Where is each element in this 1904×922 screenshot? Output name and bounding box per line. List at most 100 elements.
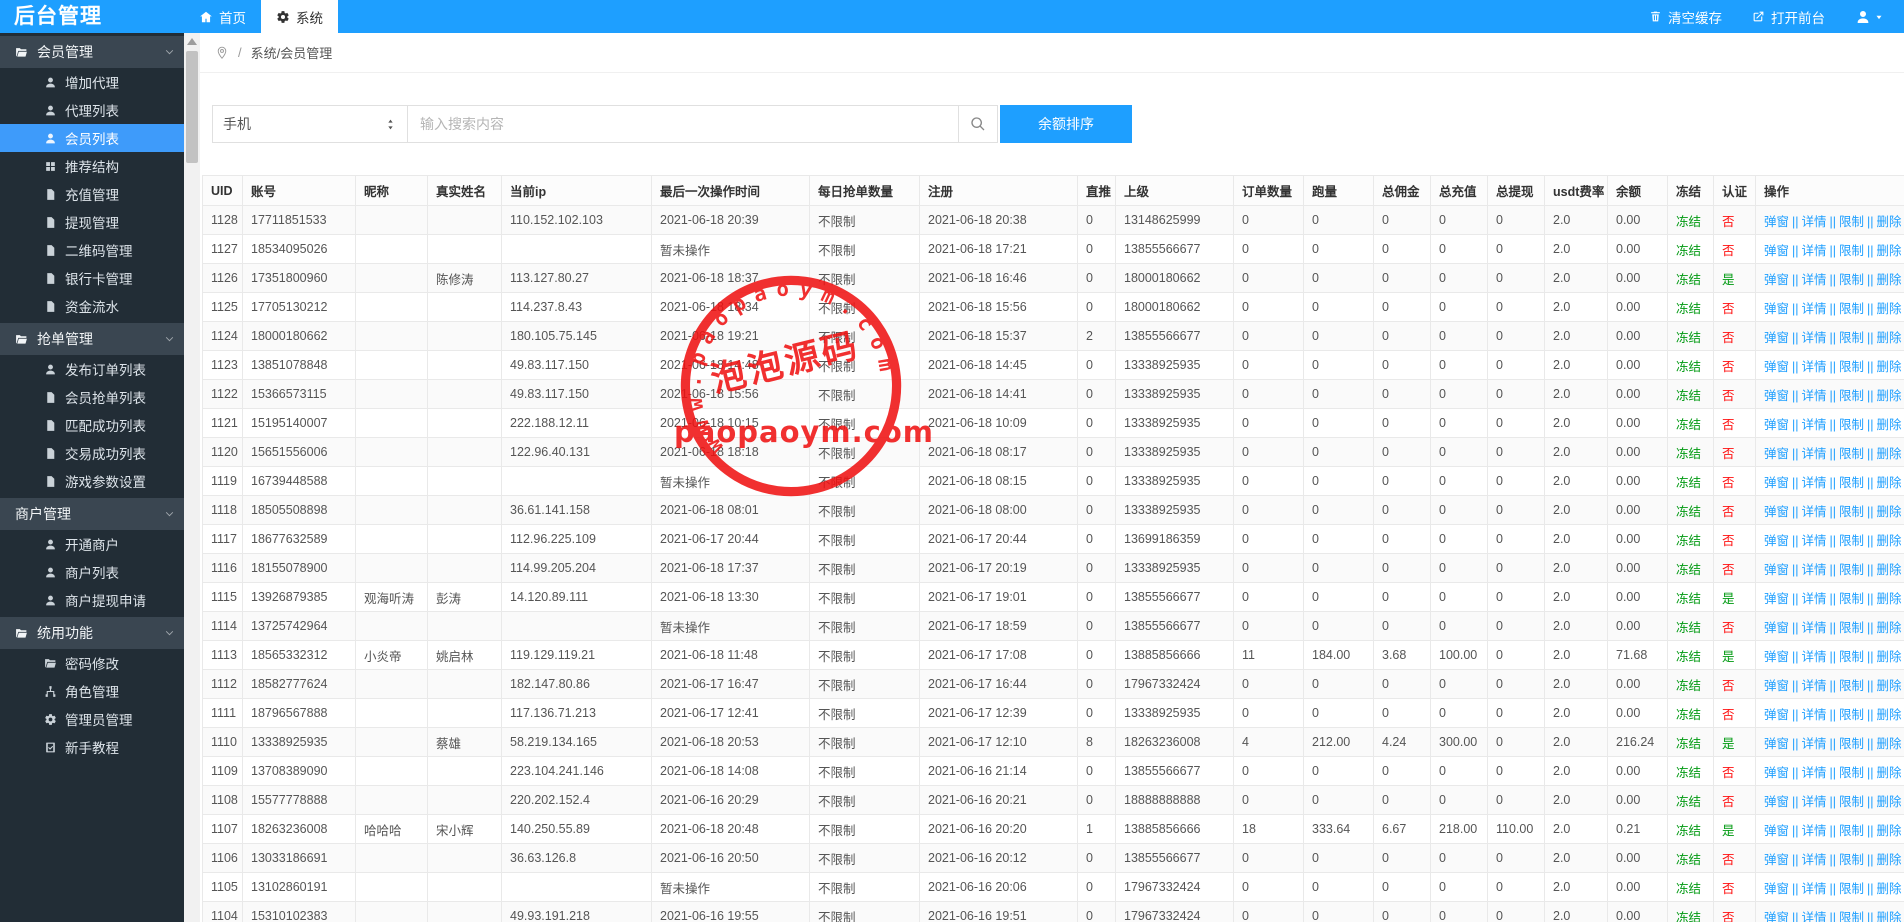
- action-delete-link[interactable]: 删除: [1877, 447, 1902, 461]
- action-delete-link[interactable]: 删除: [1877, 505, 1902, 519]
- action-limit-link[interactable]: 限制: [1839, 563, 1864, 577]
- action-delete-link[interactable]: 删除: [1877, 273, 1902, 287]
- action-limit-link[interactable]: 限制: [1839, 418, 1864, 432]
- sidebar-item-agent-list[interactable]: 代理列表: [0, 96, 184, 124]
- action-limit-link[interactable]: 限制: [1839, 592, 1864, 606]
- balance-sort-button[interactable]: 余额排序: [1000, 105, 1132, 143]
- action-details-link[interactable]: 详情: [1802, 621, 1827, 635]
- action-delete-link[interactable]: 删除: [1877, 302, 1902, 316]
- action-details-link[interactable]: 详情: [1802, 476, 1827, 490]
- scrollbar-up-arrow[interactable]: [187, 38, 197, 45]
- action-details-link[interactable]: 详情: [1802, 447, 1827, 461]
- action-popup-link[interactable]: 弹窗: [1764, 331, 1789, 345]
- sidebar-item-trade-success-list[interactable]: 交易成功列表: [0, 439, 184, 467]
- action-popup-link[interactable]: 弹窗: [1764, 882, 1789, 896]
- action-details-link[interactable]: 详情: [1802, 302, 1827, 316]
- sidebar-item-role-manage[interactable]: 角色管理: [0, 677, 184, 705]
- action-details-link[interactable]: 详情: [1802, 331, 1827, 345]
- action-delete-link[interactable]: 删除: [1877, 824, 1902, 838]
- sidebar-item-game-param-settings[interactable]: 游戏参数设置: [0, 467, 184, 495]
- freeze-link[interactable]: 冻结: [1676, 563, 1701, 577]
- action-delete-link[interactable]: 删除: [1877, 534, 1902, 548]
- action-limit-link[interactable]: 限制: [1839, 650, 1864, 664]
- tab-system[interactable]: 系统: [261, 0, 338, 33]
- freeze-link[interactable]: 冻结: [1676, 737, 1701, 751]
- action-delete-link[interactable]: 删除: [1877, 882, 1902, 896]
- action-limit-link[interactable]: 限制: [1839, 882, 1864, 896]
- action-delete-link[interactable]: 删除: [1877, 911, 1902, 922]
- action-limit-link[interactable]: 限制: [1839, 708, 1864, 722]
- action-limit-link[interactable]: 限制: [1839, 505, 1864, 519]
- sidebar-item-member-list[interactable]: 会员列表: [0, 124, 184, 152]
- action-limit-link[interactable]: 限制: [1839, 679, 1864, 693]
- action-limit-link[interactable]: 限制: [1839, 389, 1864, 403]
- user-menu[interactable]: [1855, 9, 1884, 25]
- action-limit-link[interactable]: 限制: [1839, 331, 1864, 345]
- sidebar-item-bankcard-manage[interactable]: 银行卡管理: [0, 264, 184, 292]
- action-limit-link[interactable]: 限制: [1839, 302, 1864, 316]
- action-limit-link[interactable]: 限制: [1839, 476, 1864, 490]
- action-details-link[interactable]: 详情: [1802, 360, 1827, 374]
- action-popup-link[interactable]: 弹窗: [1764, 824, 1789, 838]
- action-details-link[interactable]: 详情: [1802, 853, 1827, 867]
- action-popup-link[interactable]: 弹窗: [1764, 505, 1789, 519]
- action-delete-link[interactable]: 删除: [1877, 737, 1902, 751]
- action-popup-link[interactable]: 弹窗: [1764, 215, 1789, 229]
- sidebar-item-fund-flow[interactable]: 资金流水: [0, 292, 184, 320]
- action-limit-link[interactable]: 限制: [1839, 621, 1864, 635]
- action-limit-link[interactable]: 限制: [1839, 911, 1864, 922]
- sidebar-item-qrcode-manage[interactable]: 二维码管理: [0, 236, 184, 264]
- freeze-link[interactable]: 冻结: [1676, 215, 1701, 229]
- action-limit-link[interactable]: 限制: [1839, 824, 1864, 838]
- freeze-link[interactable]: 冻结: [1676, 766, 1701, 780]
- search-input[interactable]: [407, 105, 959, 143]
- action-popup-link[interactable]: 弹窗: [1764, 534, 1789, 548]
- freeze-link[interactable]: 冻结: [1676, 621, 1701, 635]
- action-details-link[interactable]: 详情: [1802, 824, 1827, 838]
- action-limit-link[interactable]: 限制: [1839, 447, 1864, 461]
- action-limit-link[interactable]: 限制: [1839, 737, 1864, 751]
- action-details-link[interactable]: 详情: [1802, 563, 1827, 577]
- action-details-link[interactable]: 详情: [1802, 708, 1827, 722]
- freeze-link[interactable]: 冻结: [1676, 331, 1701, 345]
- action-popup-link[interactable]: 弹窗: [1764, 592, 1789, 606]
- tab-home[interactable]: 首页: [184, 0, 261, 33]
- sidebar-item-match-success-list[interactable]: 匹配成功列表: [0, 411, 184, 439]
- sidebar-item-open-merchant[interactable]: 开通商户: [0, 530, 184, 558]
- freeze-link[interactable]: 冻结: [1676, 911, 1701, 922]
- sidebar-group-header-merchant-manage[interactable]: 商户管理: [0, 498, 184, 530]
- action-delete-link[interactable]: 删除: [1877, 766, 1902, 780]
- action-popup-link[interactable]: 弹窗: [1764, 447, 1789, 461]
- sidebar-group-header-grab-order-manage[interactable]: 抢单管理: [0, 323, 184, 355]
- action-limit-link[interactable]: 限制: [1839, 244, 1864, 258]
- action-popup-link[interactable]: 弹窗: [1764, 853, 1789, 867]
- action-delete-link[interactable]: 删除: [1877, 360, 1902, 374]
- action-popup-link[interactable]: 弹窗: [1764, 679, 1789, 693]
- action-popup-link[interactable]: 弹窗: [1764, 389, 1789, 403]
- action-limit-link[interactable]: 限制: [1839, 360, 1864, 374]
- action-delete-link[interactable]: 删除: [1877, 621, 1902, 635]
- freeze-link[interactable]: 冻结: [1676, 389, 1701, 403]
- sidebar-item-admin-manage[interactable]: 管理员管理: [0, 705, 184, 733]
- action-popup-link[interactable]: 弹窗: [1764, 795, 1789, 809]
- action-delete-link[interactable]: 删除: [1877, 563, 1902, 577]
- action-details-link[interactable]: 详情: [1802, 273, 1827, 287]
- sidebar-item-merchant-list[interactable]: 商户列表: [0, 558, 184, 586]
- action-delete-link[interactable]: 删除: [1877, 244, 1902, 258]
- action-details-link[interactable]: 详情: [1802, 766, 1827, 780]
- action-popup-link[interactable]: 弹窗: [1764, 621, 1789, 635]
- action-details-link[interactable]: 详情: [1802, 882, 1827, 896]
- action-details-link[interactable]: 详情: [1802, 592, 1827, 606]
- freeze-link[interactable]: 冻结: [1676, 853, 1701, 867]
- action-details-link[interactable]: 详情: [1802, 534, 1827, 548]
- freeze-link[interactable]: 冻结: [1676, 476, 1701, 490]
- action-popup-link[interactable]: 弹窗: [1764, 244, 1789, 258]
- action-delete-link[interactable]: 删除: [1877, 708, 1902, 722]
- action-popup-link[interactable]: 弹窗: [1764, 650, 1789, 664]
- freeze-link[interactable]: 冻结: [1676, 273, 1701, 287]
- sidebar-group-header-member-manage[interactable]: 会员管理: [0, 36, 184, 68]
- freeze-link[interactable]: 冻结: [1676, 302, 1701, 316]
- action-details-link[interactable]: 详情: [1802, 244, 1827, 258]
- action-details-link[interactable]: 详情: [1802, 795, 1827, 809]
- sidebar-item-referral-structure[interactable]: 推荐结构: [0, 152, 184, 180]
